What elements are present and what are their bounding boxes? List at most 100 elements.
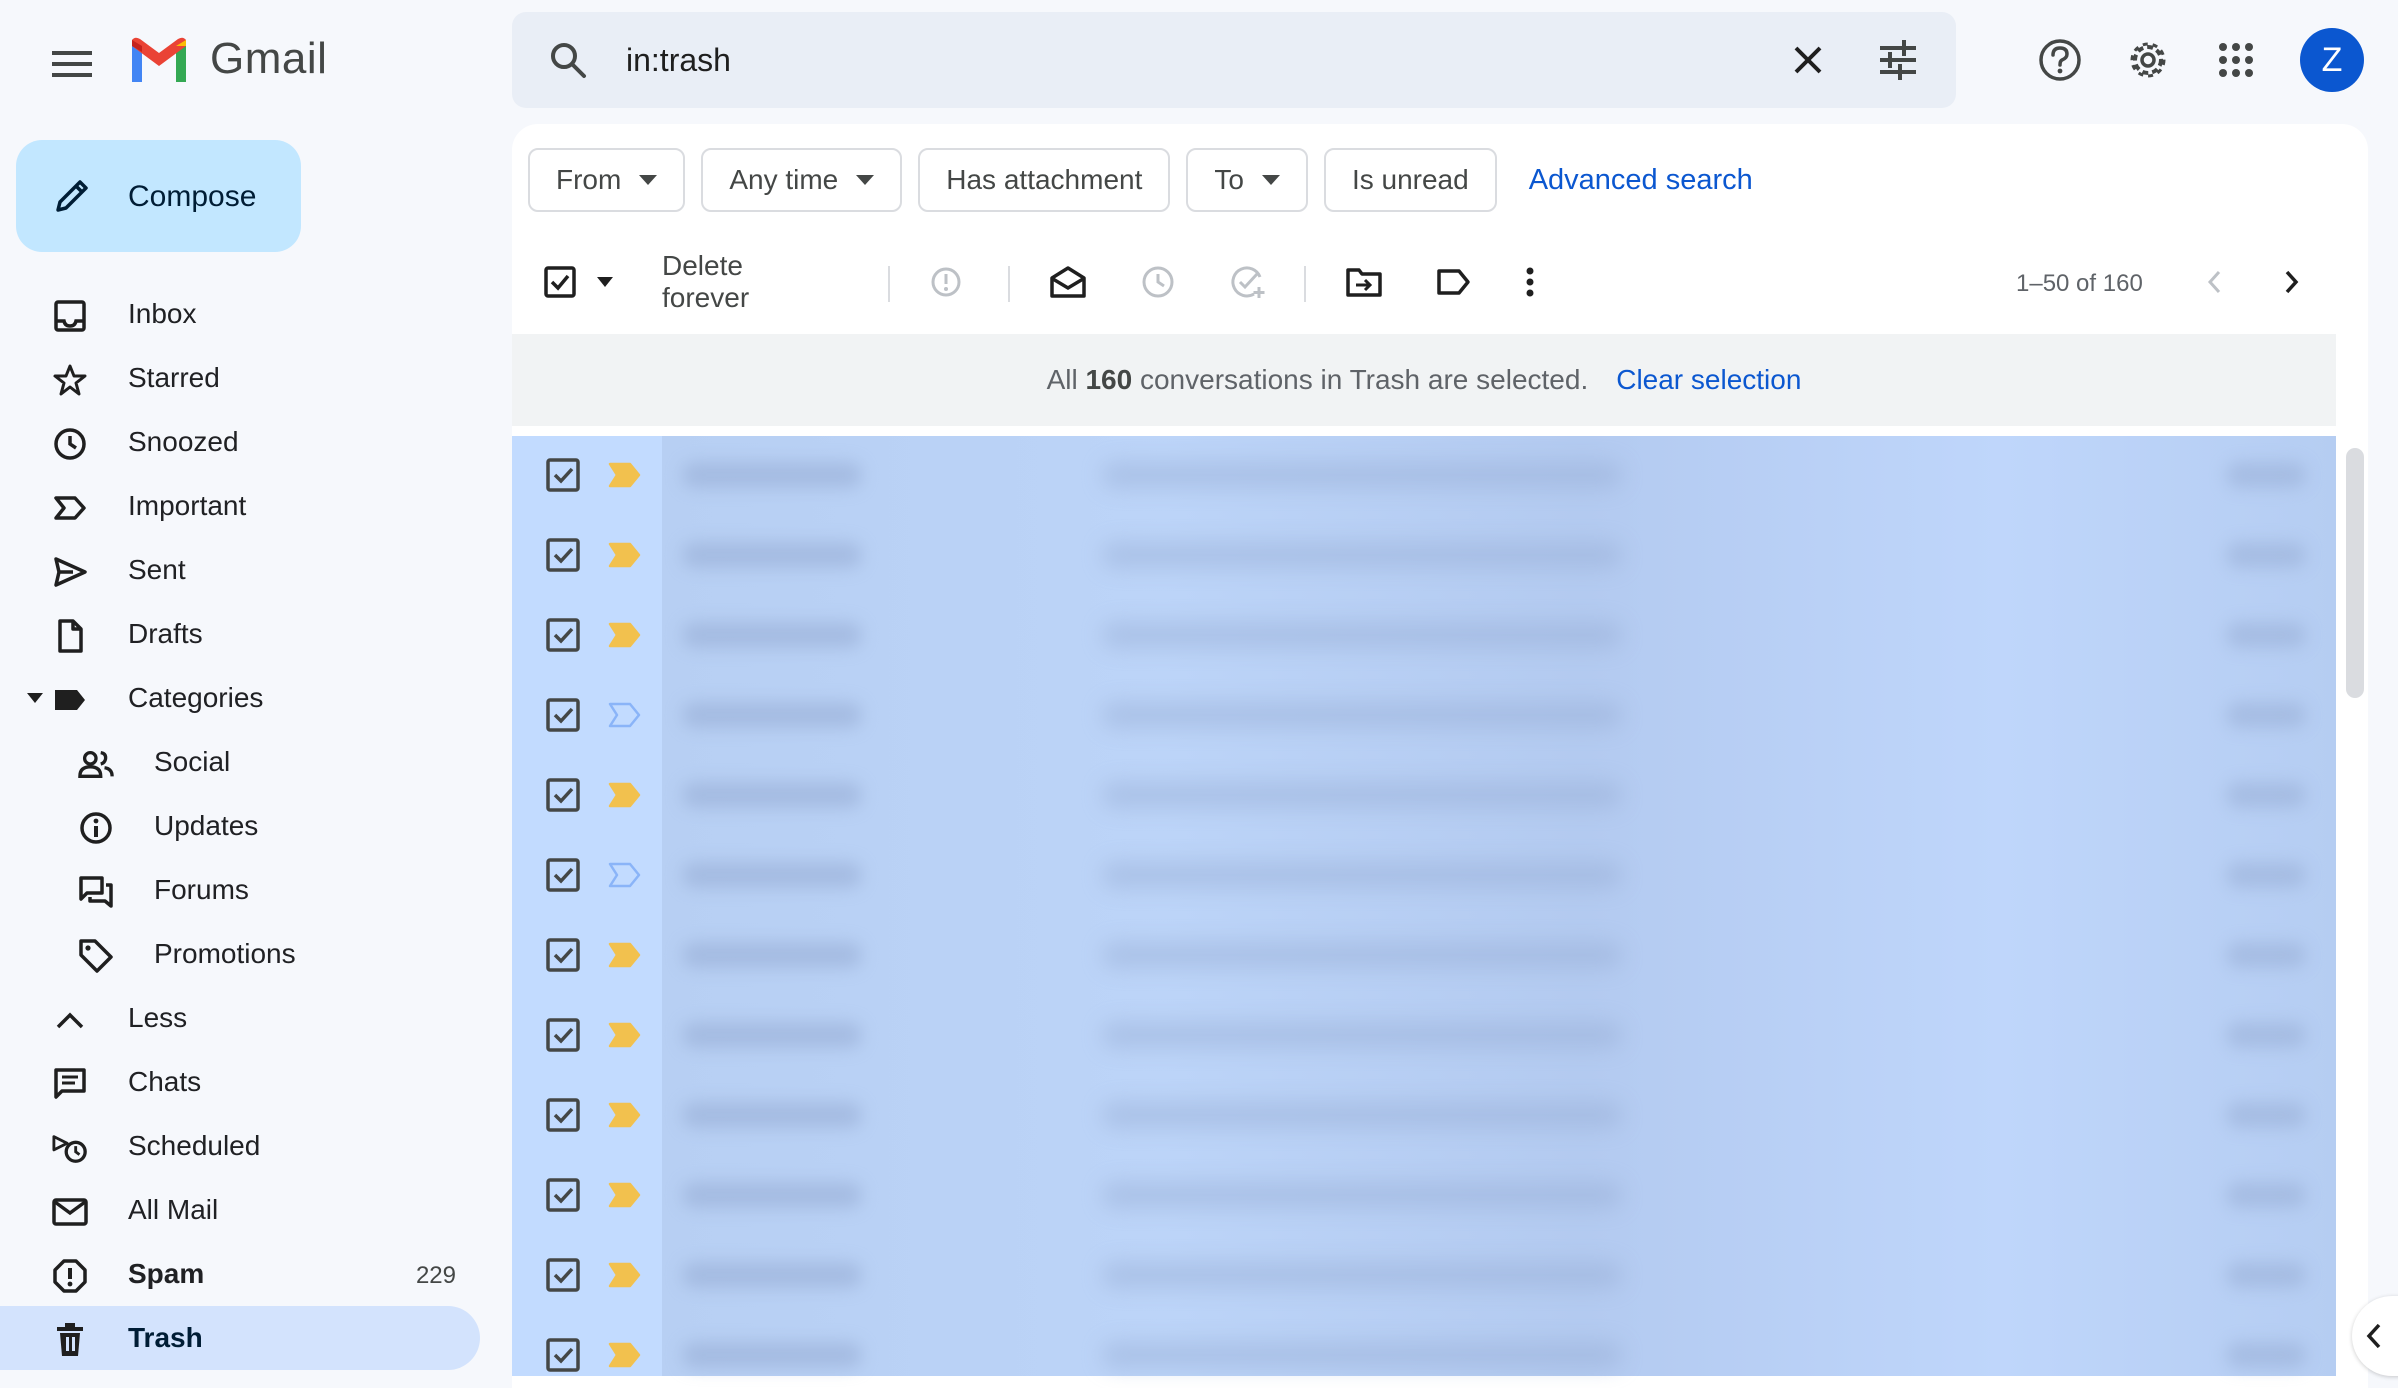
snooze-button[interactable] xyxy=(1138,256,1178,308)
clear-search-button[interactable] xyxy=(1788,40,1828,80)
table-row[interactable] xyxy=(512,1156,2336,1236)
importance-marker[interactable] xyxy=(608,1022,642,1048)
sidebar-item-inbox[interactable]: Inbox xyxy=(0,282,480,346)
importance-marker[interactable] xyxy=(608,1182,642,1208)
caret-down-icon xyxy=(639,175,658,185)
sidebar-item-chats[interactable]: Chats xyxy=(0,1050,480,1114)
sidebar-item-drafts[interactable]: Drafts xyxy=(0,602,480,666)
row-checkbox[interactable] xyxy=(546,698,580,732)
row-checkbox[interactable] xyxy=(546,538,580,572)
sidebar-item-updates[interactable]: Updates xyxy=(0,794,480,858)
importance-marker[interactable] xyxy=(608,702,642,728)
sidebar-item-trash[interactable]: Trash xyxy=(0,1306,480,1370)
compose-button[interactable]: Compose xyxy=(16,140,301,252)
row-checkbox[interactable] xyxy=(546,1178,580,1212)
redacted-date xyxy=(2226,1102,2306,1128)
move-to-button[interactable] xyxy=(1344,256,1384,308)
table-row[interactable] xyxy=(512,1316,2336,1376)
caret-down-icon[interactable] xyxy=(26,692,44,704)
sidebar-item-sent[interactable]: Sent xyxy=(0,538,480,602)
row-controls xyxy=(512,1076,662,1156)
select-options-dropdown[interactable] xyxy=(590,256,620,308)
search-button[interactable] xyxy=(548,40,588,80)
importance-marker[interactable] xyxy=(608,942,642,968)
table-row[interactable] xyxy=(512,996,2336,1076)
row-checkbox[interactable] xyxy=(546,778,580,812)
sidebar-item-social[interactable]: Social xyxy=(0,730,480,794)
importance-marker[interactable] xyxy=(608,1262,642,1288)
table-row[interactable] xyxy=(512,1076,2336,1156)
row-checkbox[interactable] xyxy=(546,938,580,972)
importance-marker[interactable] xyxy=(608,622,642,648)
mark-as-read-button[interactable] xyxy=(1048,256,1088,308)
report-spam-button[interactable] xyxy=(926,256,966,308)
clear-selection-link[interactable]: Clear selection xyxy=(1616,364,1801,396)
more-actions-button[interactable] xyxy=(1512,256,1548,308)
row-checkbox[interactable] xyxy=(546,858,580,892)
filter-from[interactable]: From xyxy=(528,148,686,212)
gmail-logo[interactable]: Gmail xyxy=(128,34,327,84)
sidebar-item-all-mail[interactable]: All Mail xyxy=(0,1178,480,1242)
sidebar-item-less[interactable]: Less xyxy=(0,986,480,1050)
importance-marker[interactable] xyxy=(608,1342,642,1368)
labels-button[interactable] xyxy=(1434,256,1474,308)
filter-any-time[interactable]: Any time xyxy=(701,148,903,212)
sidebar-item-promotions[interactable]: Promotions xyxy=(0,922,480,986)
row-checkbox[interactable] xyxy=(546,1338,580,1372)
add-to-tasks-button[interactable] xyxy=(1228,256,1268,308)
table-row[interactable] xyxy=(512,836,2336,916)
sidebar-item-important[interactable]: Important xyxy=(0,474,480,538)
google-apps-button[interactable] xyxy=(2206,30,2266,90)
filter-to[interactable]: To xyxy=(1186,148,1308,212)
inbox-icon xyxy=(52,298,88,334)
table-row[interactable] xyxy=(512,436,2336,516)
sidebar-item-spam[interactable]: Spam 229 xyxy=(0,1242,480,1306)
selection-count: 160 xyxy=(1085,364,1133,395)
delete-forever-button[interactable]: Delete forever xyxy=(662,250,832,313)
sidebar-item-snoozed[interactable]: Snoozed xyxy=(0,410,480,474)
sidebar-item-starred[interactable]: Starred xyxy=(0,346,480,410)
redacted-subject xyxy=(1102,622,1622,648)
importance-marker[interactable] xyxy=(608,462,642,488)
scrollbar[interactable] xyxy=(2344,324,2368,1388)
row-checkbox[interactable] xyxy=(546,1098,580,1132)
filter-has-attachment[interactable]: Has attachment xyxy=(918,148,1171,212)
chevron-left-icon xyxy=(2366,1323,2381,1349)
search-input[interactable]: in:trash xyxy=(626,42,731,79)
importance-marker[interactable] xyxy=(608,862,642,888)
row-controls xyxy=(512,1236,662,1316)
search-options-button[interactable] xyxy=(1876,40,1920,80)
sidebar-item-forums[interactable]: Forums xyxy=(0,858,480,922)
row-checkbox[interactable] xyxy=(546,458,580,492)
sidebar-item-categories[interactable]: Categories xyxy=(0,666,480,730)
importance-marker[interactable] xyxy=(608,1102,642,1128)
support-button[interactable] xyxy=(2030,30,2090,90)
select-all-checkbox[interactable] xyxy=(542,256,578,308)
row-checkbox[interactable] xyxy=(546,1018,580,1052)
table-row[interactable] xyxy=(512,676,2336,756)
search-bar[interactable]: in:trash xyxy=(512,12,1956,108)
add-task-icon xyxy=(1231,266,1265,298)
table-row[interactable] xyxy=(512,1236,2336,1316)
row-checkbox[interactable] xyxy=(546,618,580,652)
account-avatar[interactable]: Z xyxy=(2300,28,2364,92)
table-row[interactable] xyxy=(512,916,2336,996)
checkbox-checked-icon xyxy=(546,458,580,492)
filter-is-unread[interactable]: Is unread xyxy=(1323,148,1497,212)
scrollbar-thumb[interactable] xyxy=(2346,448,2364,698)
redacted-subject xyxy=(1102,702,1622,728)
table-row[interactable] xyxy=(512,516,2336,596)
row-checkbox[interactable] xyxy=(546,1258,580,1292)
trash-icon xyxy=(52,1322,88,1358)
importance-marker[interactable] xyxy=(608,782,642,808)
settings-button[interactable] xyxy=(2118,30,2178,90)
sidebar-item-scheduled[interactable]: Scheduled xyxy=(0,1114,480,1178)
main-menu-button[interactable] xyxy=(42,34,102,94)
older-page-button[interactable] xyxy=(2274,256,2310,308)
advanced-search-link[interactable]: Advanced search xyxy=(1513,164,1753,197)
table-row[interactable] xyxy=(512,756,2336,836)
chip-label: To xyxy=(1214,164,1244,195)
newer-page-button[interactable] xyxy=(2196,256,2232,308)
importance-marker[interactable] xyxy=(608,542,642,568)
table-row[interactable] xyxy=(512,596,2336,676)
